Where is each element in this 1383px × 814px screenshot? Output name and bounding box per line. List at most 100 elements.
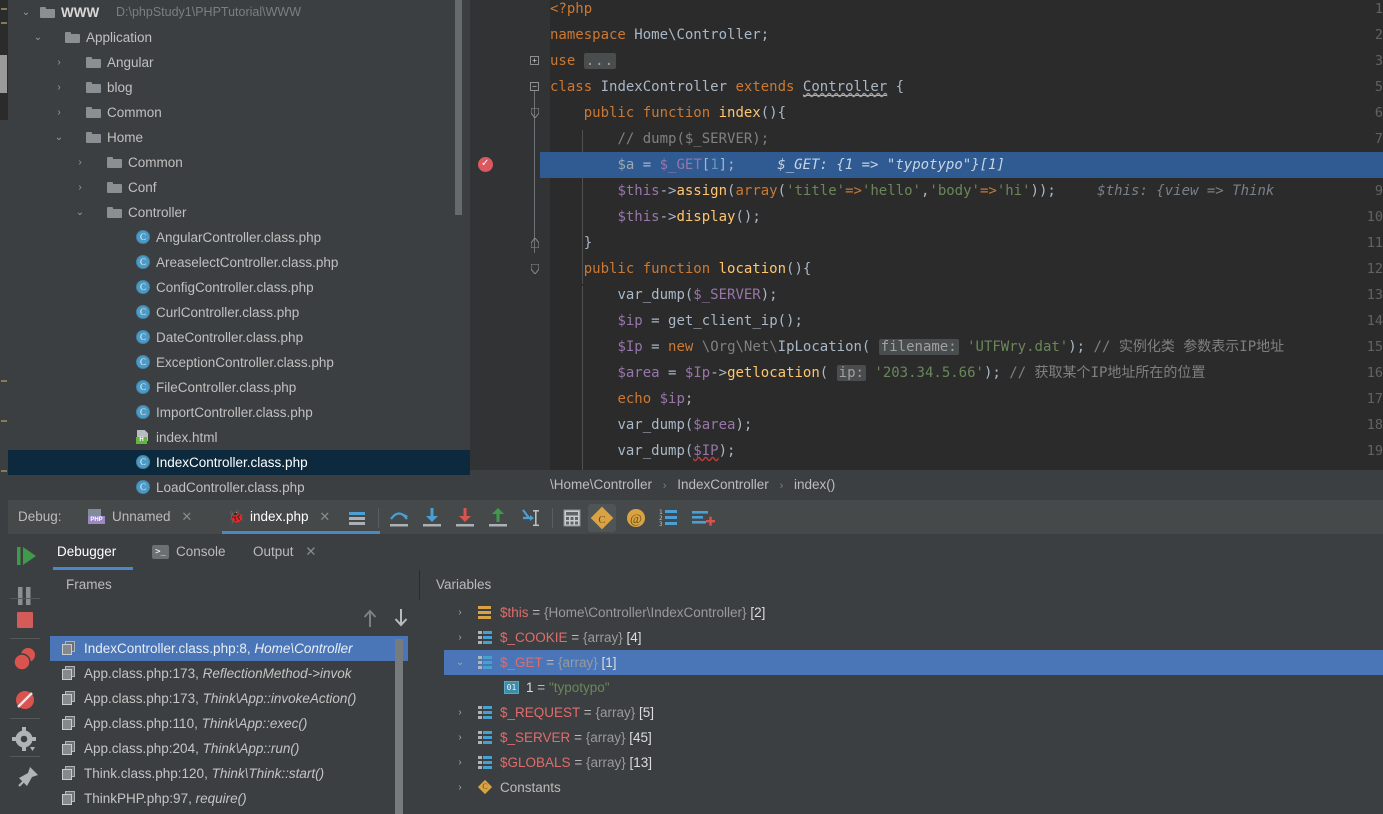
chevron-right-icon[interactable]: ›	[454, 700, 466, 725]
stop-button[interactable]	[0, 600, 50, 640]
tree-item-loadcontroller-class-php[interactable]: C LoadController.class.php	[8, 475, 470, 500]
code-line[interactable]: $a = $_GET[1];	[550, 152, 735, 178]
breadcrumb[interactable]: \Home\Controller › IndexController › ind…	[470, 470, 1383, 500]
tree-item-common[interactable]: › Common	[8, 100, 470, 125]
breakpoint-icon[interactable]: ✓	[478, 157, 493, 172]
variable-row[interactable]: › $_COOKIE = {array} [4]	[444, 625, 1383, 650]
variable-row[interactable]: ⌄ $_GET = {array} [1]	[444, 650, 1383, 675]
editor-gutter[interactable]	[470, 0, 550, 470]
variable-row[interactable]: › $GLOBALS = {array} [13]	[444, 750, 1383, 775]
chevron-right-icon[interactable]: ›	[454, 775, 466, 800]
chevron-right-icon[interactable]: ›	[454, 625, 466, 650]
code-line[interactable]: use ...	[550, 48, 617, 74]
tab-debugger[interactable]: Debugger	[57, 534, 116, 570]
code-line[interactable]: var_dump($_SERVER);	[550, 282, 777, 308]
breadcrumb-item-1[interactable]: IndexController	[677, 477, 769, 492]
frames-up-button[interactable]	[355, 600, 385, 636]
code-line[interactable]: // dump($_SERVER);	[550, 126, 769, 152]
step-over-button[interactable]	[384, 500, 414, 536]
chevron-right-icon[interactable]: ›	[454, 725, 466, 750]
code-line[interactable]: $Ip = new \Org\Net\IpLocation( filename:…	[550, 334, 1284, 360]
chevron-right-icon[interactable]: ›	[454, 750, 466, 775]
code-line[interactable]: echo $ip;	[550, 386, 693, 412]
frame-row[interactable]: App.class.php:173, ReflectionMethod->inv…	[50, 661, 408, 686]
project-tree[interactable]: ⌄ WWW D:\phpStudy1\PHPTutorial\WWW ⌄ Appl…	[8, 0, 470, 500]
frames-scrollbar[interactable]	[395, 639, 403, 814]
mute-breakpoints-side-button[interactable]	[0, 680, 50, 720]
resume-program-button[interactable]	[0, 536, 50, 576]
tree-item-angular[interactable]: › Angular	[8, 50, 470, 75]
code-line[interactable]: $ip = get_client_ip();	[550, 308, 802, 334]
tree-item-areaselectcontroller-class-php[interactable]: C AreaselectController.class.php	[8, 250, 470, 275]
fold-region-end-icon[interactable]	[531, 264, 539, 274]
close-icon[interactable]: ✕	[305, 544, 316, 559]
code-line[interactable]: public function location(){	[550, 256, 812, 282]
tree-item-exceptioncontroller-class-php[interactable]: C ExceptionController.class.php	[8, 350, 470, 375]
tree-item-datecontroller-class-php[interactable]: C DateController.class.php	[8, 325, 470, 350]
close-icon[interactable]: ✕	[319, 509, 330, 524]
tree-item-blog[interactable]: › blog	[8, 75, 470, 100]
code-line[interactable]: }	[550, 230, 592, 256]
chevron-right-icon[interactable]: ›	[53, 50, 65, 75]
variable-row[interactable]: › $_SERVER = {array} [45]	[444, 725, 1383, 750]
tree-item-controller[interactable]: ⌄ Controller	[8, 200, 470, 225]
mute-breakpoints-button[interactable]	[342, 500, 372, 536]
breadcrumb-item-0[interactable]: \Home\Controller	[470, 477, 652, 492]
force-step-into-button[interactable]	[450, 500, 480, 536]
tree-item-index-html[interactable]: Hindex.html	[8, 425, 470, 450]
frame-row[interactable]: ThinkPHP.php:97, require()	[50, 786, 408, 811]
fold-collapse-icon[interactable]: −	[530, 82, 539, 91]
fold-expand-icon[interactable]: +	[530, 56, 539, 65]
chevron-right-icon[interactable]: ›	[74, 150, 86, 175]
chevron-right-icon[interactable]: ›	[53, 100, 65, 125]
chevron-down-icon[interactable]: ⌄	[20, 0, 32, 25]
code-editor[interactable]: 1 <?php 2 namespace Home\Controller; 3 + use .…	[470, 0, 1383, 470]
code-line[interactable]: var_dump($area);	[550, 412, 752, 438]
frame-row[interactable]: Think.class.php:120, Think\Think::start(…	[50, 761, 408, 786]
frames-list[interactable]: IndexController.class.php:8, Home\Contro…	[50, 636, 408, 814]
frame-row[interactable]: App.class.php:110, Think\App::exec()	[50, 711, 408, 736]
tree-item-filecontroller-class-php[interactable]: C FileController.class.php	[8, 375, 470, 400]
tree-item-importcontroller-class-php[interactable]: C ImportController.class.php	[8, 400, 470, 425]
show-constants-button[interactable]: C	[588, 504, 616, 532]
pin-button[interactable]	[0, 758, 50, 798]
chevron-down-icon[interactable]: ⌄	[32, 25, 44, 50]
tree-item-curlcontroller-class-php[interactable]: C CurlController.class.php	[8, 300, 470, 325]
project-tree-scrollbar[interactable]	[455, 0, 462, 215]
tree-item-application[interactable]: ⌄ Application	[8, 25, 470, 50]
settings-button[interactable]	[0, 720, 50, 760]
evaluate-expression-button[interactable]	[557, 500, 587, 536]
code-line[interactable]: public function index(){	[550, 100, 786, 126]
code-line[interactable]: namespace Home\Controller;	[550, 22, 769, 48]
chevron-right-icon[interactable]: ›	[454, 600, 466, 625]
tree-item-conf[interactable]: › Conf	[8, 175, 470, 200]
frame-row[interactable]: App.class.php:204, Think\App::run()	[50, 736, 408, 761]
step-into-button[interactable]	[417, 500, 447, 536]
variable-row[interactable]: › $this = {Home\Controller\IndexControlle…	[444, 600, 1383, 625]
frame-row[interactable]: App.class.php:173, Think\App::invokeActi…	[50, 686, 408, 711]
variable-row[interactable]: › $_REQUEST = {array} [5]	[444, 700, 1383, 725]
code-line[interactable]: $area = $Ip->getlocation( ip: '203.34.5.…	[550, 360, 1205, 386]
step-out-button[interactable]	[483, 500, 513, 536]
tree-item-home[interactable]: ⌄ Home	[8, 125, 470, 150]
code-line[interactable]: var_dump($IP);	[550, 438, 735, 464]
chevron-down-icon[interactable]: ⌄	[53, 125, 65, 150]
chevron-right-icon[interactable]: ›	[53, 75, 65, 100]
tree-item-indexcontroller-class-php[interactable]: C IndexController.class.php	[8, 450, 470, 475]
variable-row[interactable]: 01 1 = "typotypo"	[444, 675, 1383, 700]
chevron-down-icon[interactable]: ⌄	[454, 650, 466, 675]
code-line[interactable]: <?php	[550, 0, 592, 22]
breadcrumb-item-2[interactable]: index()	[794, 477, 835, 492]
code-line[interactable]: class IndexController extends Controller…	[550, 74, 904, 100]
tree-item-common[interactable]: › Common	[8, 150, 470, 175]
tab-output[interactable]: Output ✕	[253, 534, 317, 570]
variable-row[interactable]: › C Constants	[444, 775, 1383, 800]
tab-console[interactable]: >_ Console	[152, 534, 226, 570]
tree-item-configcontroller-class-php[interactable]: C ConfigController.class.php	[8, 275, 470, 300]
view-breakpoints-button[interactable]	[0, 640, 50, 680]
debug-session-tab-indexphp[interactable]: 🐞 index.php ✕	[228, 500, 330, 534]
close-icon[interactable]: ✕	[181, 509, 192, 524]
debug-session-tab-unnamed[interactable]: PHP Unnamed ✕	[88, 500, 192, 534]
fold-region-end-icon[interactable]	[531, 108, 539, 118]
frame-row[interactable]: IndexController.class.php:8, Home\Contro…	[50, 636, 408, 661]
